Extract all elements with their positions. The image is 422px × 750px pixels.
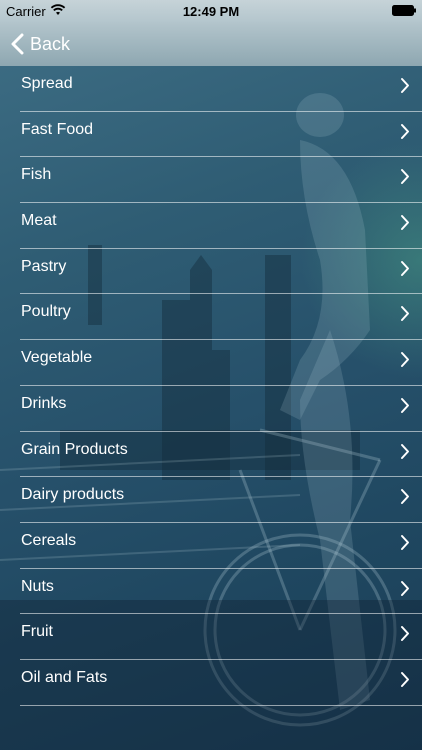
chevron-right-icon	[401, 260, 409, 276]
list-item-nuts[interactable]: Nuts	[20, 569, 422, 615]
list-item-label: Nuts	[21, 577, 54, 595]
list-item-fast-food[interactable]: Fast Food	[20, 112, 422, 158]
chevron-right-icon	[401, 580, 409, 596]
chevron-right-icon	[401, 534, 409, 550]
list-item-grain-products[interactable]: Grain Products	[20, 432, 422, 478]
list-item-label: Fruit	[21, 623, 53, 641]
list-item-cereals[interactable]: Cereals	[20, 523, 422, 569]
list-item-fish[interactable]: Fish	[20, 157, 422, 204]
battery-icon	[392, 5, 416, 16]
screen: Carrier 12:49 PM Back Spread Fast Food F…	[0, 0, 422, 750]
chevron-right-icon	[401, 626, 409, 642]
list-item-label: Vegetable	[21, 349, 93, 367]
list-item-pastry[interactable]: Pastry	[20, 249, 422, 295]
list-item-vegetable[interactable]: Vegetable	[20, 340, 422, 386]
list-item-label: Poultry	[21, 303, 71, 321]
chevron-right-icon	[401, 169, 409, 185]
chevron-right-icon	[401, 306, 409, 322]
chevron-right-icon	[401, 443, 409, 459]
navigation-bar: Back	[0, 22, 422, 66]
category-list: Spread Fast Food Fish Meat Pastry Poultr…	[0, 66, 422, 706]
list-item-label: Meat	[21, 212, 57, 230]
list-item-label: Fish	[21, 166, 52, 184]
chevron-right-icon	[401, 397, 409, 413]
chevron-right-icon	[401, 489, 409, 505]
list-item-spread[interactable]: Spread	[20, 66, 422, 112]
list-item-label: Cereals	[21, 531, 77, 549]
list-item-label: Grain Products	[21, 440, 128, 458]
list-item-drinks[interactable]: Drinks	[20, 386, 422, 432]
chevron-right-icon	[401, 123, 409, 139]
list-item-label: Drinks	[21, 394, 67, 412]
list-item-label: Oil and Fats	[21, 668, 108, 686]
status-bar: Carrier 12:49 PM	[0, 0, 422, 22]
back-chevron-icon	[11, 33, 24, 55]
list-item-poultry[interactable]: Poultry	[20, 294, 422, 341]
list-item-oil-and-fats[interactable]: Oil and Fats	[20, 660, 422, 706]
list-item-label: Fast Food	[21, 120, 94, 138]
chevron-right-icon	[401, 671, 409, 687]
clock: 12:49 PM	[182, 4, 240, 19]
chevron-right-icon	[401, 215, 409, 231]
back-button-label: Back	[30, 33, 71, 54]
list-item-meat[interactable]: Meat	[20, 203, 422, 249]
list-item-fruit[interactable]: Fruit	[20, 614, 422, 660]
back-button[interactable]: Back	[10, 30, 70, 58]
chevron-right-icon	[401, 352, 409, 368]
list-item-dairy-products[interactable]: Dairy products	[20, 477, 422, 523]
list-item-label: Pastry	[21, 257, 67, 275]
list-item-label: Dairy products	[21, 486, 125, 504]
chevron-right-icon	[401, 78, 409, 93]
list-item-label: Spread	[21, 75, 73, 92]
